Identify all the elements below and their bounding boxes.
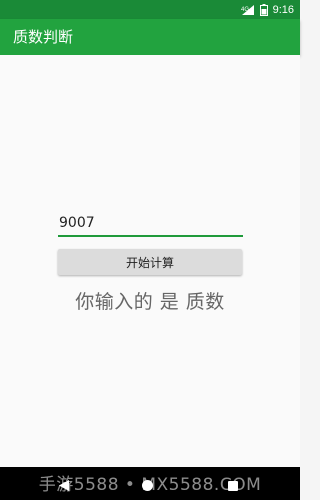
nav-recent-icon[interactable] [227,477,239,496]
number-input[interactable] [58,211,243,237]
status-time: 9:16 [272,3,294,16]
signal-label: 4G [241,7,249,13]
app-bar: 质数判断 [0,19,300,55]
main-content: 开始计算 你输入的 是 质数 [0,55,300,467]
nav-home-icon[interactable] [141,477,154,496]
status-bar: 4G 9:16 [0,0,300,19]
result-text: 你输入的 是 质数 [75,291,225,313]
start-calculate-button[interactable]: 开始计算 [58,249,242,275]
nav-back-icon[interactable] [58,477,70,496]
navigation-bar [0,467,300,500]
battery-icon [259,3,268,16]
status-icons: 4G 9:16 [241,2,294,17]
app-title: 质数判断 [13,28,74,46]
signal-icon: 4G [241,4,255,16]
